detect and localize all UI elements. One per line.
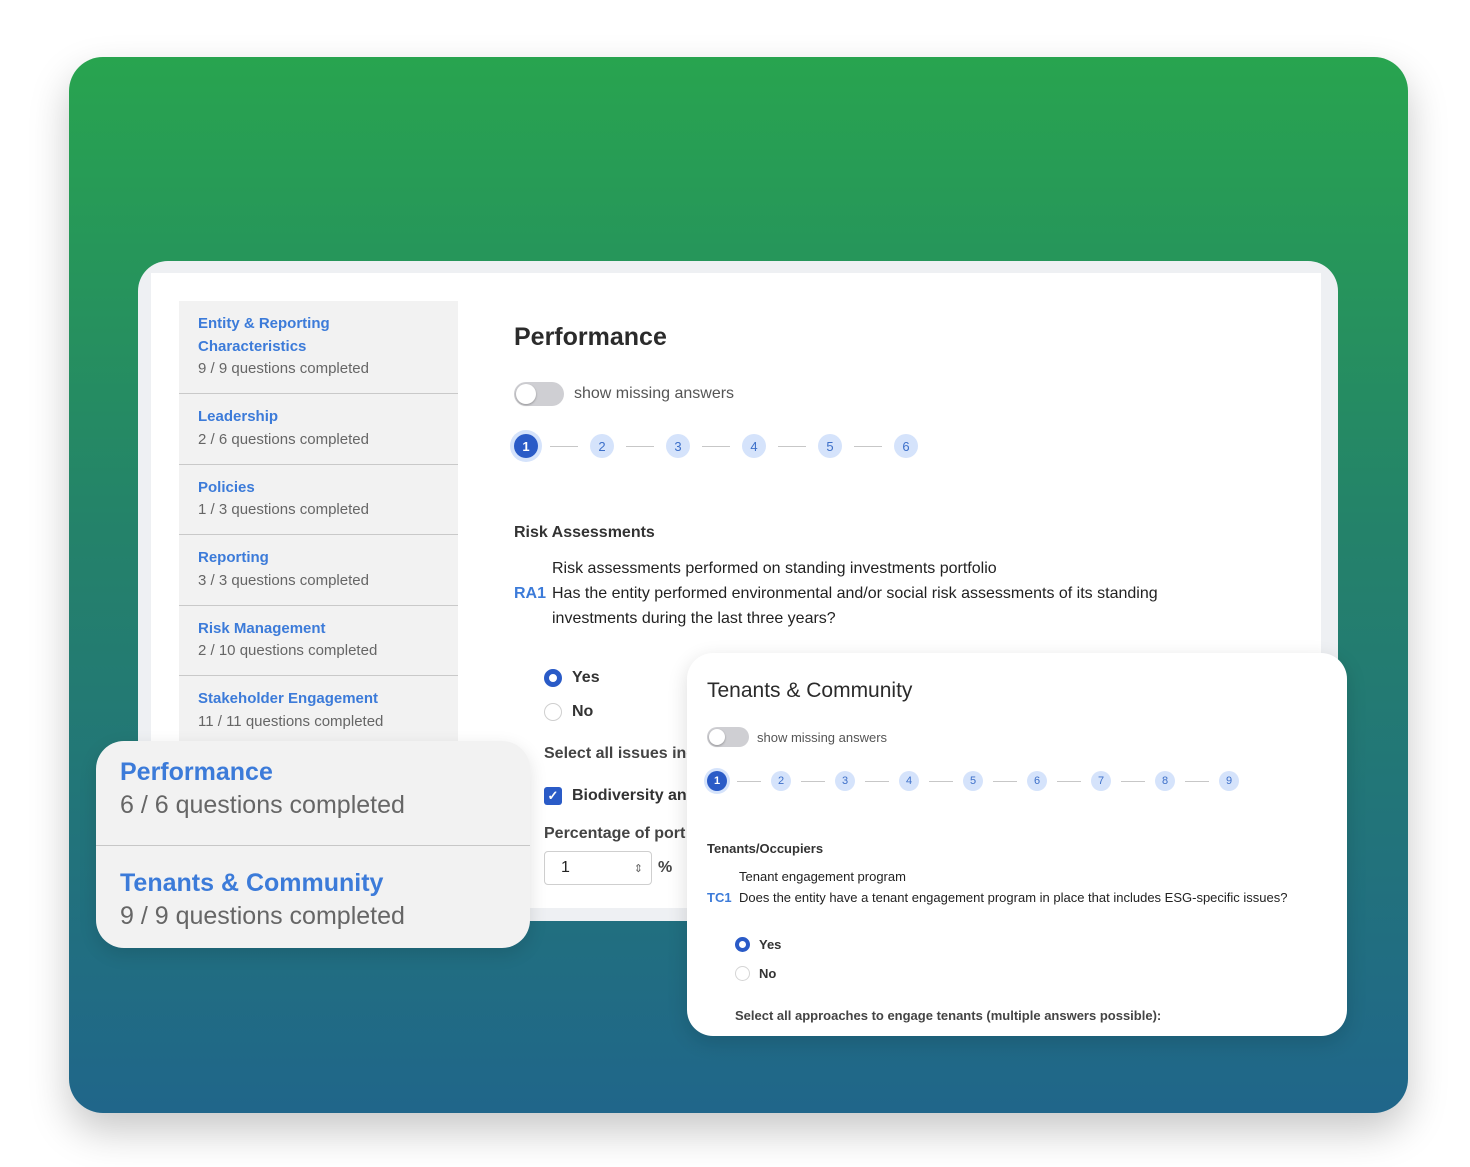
step-connector [929,780,953,782]
toggle-label: show missing answers [757,729,888,745]
option-yes[interactable]: Yes [735,930,1337,959]
sidebar-item-policies[interactable]: Policies 1 / 3 questions completed [179,465,458,535]
spinner-icon[interactable]: ⇕ [634,862,643,875]
step-8[interactable]: 8 [1155,771,1175,791]
checkbox-checked-icon[interactable]: ✓ [544,787,562,805]
show-missing-answers-toggle[interactable] [707,727,749,747]
step-connector [801,780,825,782]
percentage-value: 1 [561,859,570,876]
step-connector [993,780,1017,782]
checkbox-label: Biodiversity anc [572,787,696,804]
step-connector [626,445,654,447]
step-4[interactable]: 4 [899,771,919,791]
sidebar-item-risk-management[interactable]: Risk Management 2 / 10 questions complet… [179,606,458,676]
sidebar-item-title: Policies [198,478,255,496]
step-1[interactable]: 1 [707,771,727,791]
option-label: Yes [572,669,600,686]
missing-answers-row: show missing answers [707,727,1337,747]
sidebar-item-title: Leadership [198,408,279,425]
summary-item-title: Tenants & Community [120,869,384,897]
step-connector [737,780,761,782]
summary-card: Performance 6 / 6 questions completed Te… [96,741,530,948]
step-2[interactable]: 2 [590,434,614,458]
toggle-label: show missing answers [574,385,735,402]
answer-options: Yes No [707,930,1337,988]
summary-item-progress: 6 / 6 questions completed [120,791,405,819]
step-5[interactable]: 5 [963,771,983,791]
radio-selected-icon[interactable] [544,669,562,687]
sidebar-item-progress: 9 / 9 questions completed [198,360,369,377]
option-label: No [572,703,594,720]
step-connector [778,445,806,447]
step-1[interactable]: 1 [514,434,538,458]
step-connector [702,445,730,447]
sidebar-item-progress: 1 / 3 questions completed [198,501,369,518]
step-7[interactable]: 7 [1091,771,1111,791]
section-heading: Tenants/Occupiers [707,841,824,856]
radio-empty-icon[interactable] [544,703,562,721]
tenants-community-card: Tenants & Community show missing answers… [687,653,1347,1036]
section-sidebar: Entity & Reporting Characteristics 9 / 9… [179,301,458,801]
radio-selected-icon[interactable] [735,937,750,952]
summary-item-title: Performance [120,758,273,786]
step-connector [1121,780,1145,782]
percent-sign: % [658,859,673,876]
summary-item-tenants-community[interactable]: Tenants & Community 9 / 9 questions comp… [96,845,530,948]
sidebar-item-reporting[interactable]: Reporting 3 / 3 questions completed [179,535,458,606]
option-label: Yes [759,937,782,952]
question-ra1: RA1 Risk assessments performed on standi… [514,556,1232,631]
step-6[interactable]: 6 [1027,771,1047,791]
question-subtitle: Risk assessments performed on standing i… [552,560,997,577]
summary-item-progress: 9 / 9 questions completed [120,902,405,930]
select-approaches-label: Select all approaches to engage tenants … [735,1008,1162,1023]
step-9[interactable]: 9 [1219,771,1239,791]
step-5[interactable]: 5 [818,434,842,458]
question-text: Does the entity have a tenant engagement… [739,890,1288,905]
section-heading: Risk Assessments [514,524,655,541]
summary-item-performance[interactable]: Performance 6 / 6 questions completed [96,741,530,845]
missing-answers-row: show missing answers [514,382,1314,406]
step-2[interactable]: 2 [771,771,791,791]
question-subtitle: Tenant engagement program [739,869,906,884]
percentage-input[interactable]: 1 ⇕ [544,851,652,885]
step-connector [1057,780,1081,782]
step-connector [1185,780,1209,782]
question-stepper: 1 2 3 4 5 6 [514,434,1314,458]
step-connector [550,445,578,447]
sidebar-item-entity-reporting[interactable]: Entity & Reporting Characteristics 9 / 9… [179,301,458,394]
tenants-content: Tenants & Community show missing answers… [707,679,1337,1023]
step-connector [865,780,889,782]
page-title: Performance [514,323,667,351]
option-label: No [759,966,777,981]
step-4[interactable]: 4 [742,434,766,458]
card-title: Tenants & Community [707,679,913,702]
sidebar-item-progress: 3 / 3 questions completed [198,571,369,589]
sidebar-item-stakeholder-engagement[interactable]: Stakeholder Engagement 11 / 11 questions… [179,676,458,747]
step-6[interactable]: 6 [894,434,918,458]
question-text: Has the entity performed environmental a… [552,585,1158,627]
radio-empty-icon[interactable] [735,966,750,981]
sidebar-item-title: Entity & Reporting Characteristics [198,315,330,355]
question-stepper: 1 2 3 4 5 6 7 8 9 [707,771,1337,791]
sidebar-item-leadership[interactable]: Leadership 2 / 6 questions completed [179,394,458,465]
question-code: RA1 [514,585,547,602]
option-no[interactable]: No [735,959,1337,988]
show-missing-answers-toggle[interactable] [514,382,564,406]
sidebar-item-progress: 11 / 11 questions completed [198,712,384,730]
sidebar-item-progress: 2 / 10 questions completed [198,642,378,659]
sidebar-item-title: Stakeholder Engagement [198,690,379,707]
question-tc1: TC1 Tenant engagement program Does the e… [707,866,1337,908]
step-3[interactable]: 3 [666,434,690,458]
sidebar-item-progress: 2 / 6 questions completed [198,430,369,448]
question-code: TC1 [707,890,732,905]
sidebar-item-title: Reporting [198,549,269,566]
sidebar-item-title: Risk Management [198,619,326,637]
step-connector [854,445,882,447]
step-3[interactable]: 3 [835,771,855,791]
